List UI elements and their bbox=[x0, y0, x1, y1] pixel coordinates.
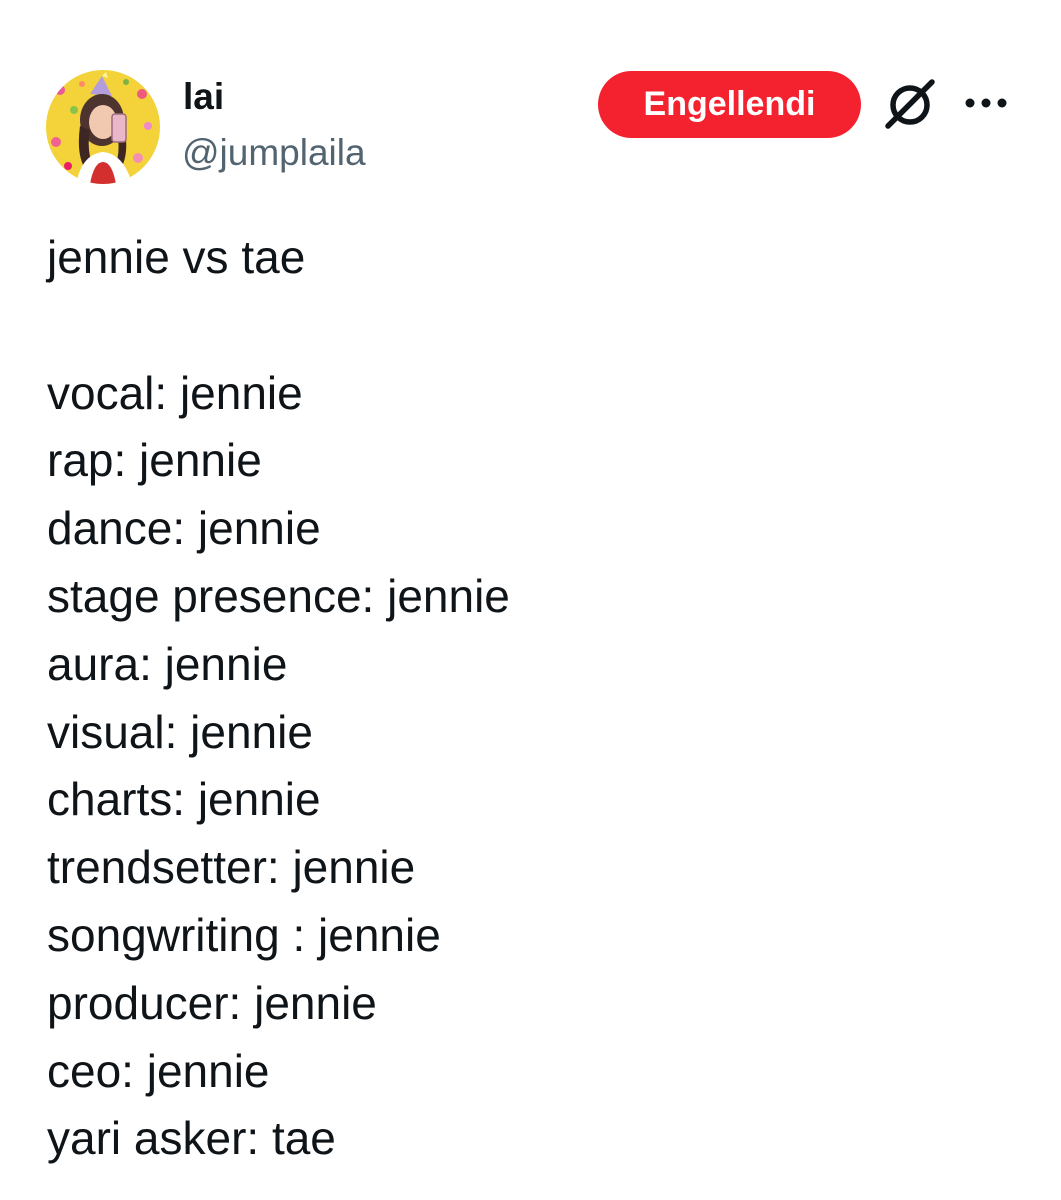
tweet-text: jennie vs tae vocal: jennie rap: jennie … bbox=[47, 224, 1027, 1173]
tweet-line: yari asker: tae bbox=[47, 1112, 336, 1165]
tweet-line: dance: jennie bbox=[47, 502, 321, 555]
blocked-button[interactable]: Engellendi bbox=[598, 71, 861, 138]
tweet-line: visual: jennie bbox=[47, 705, 313, 758]
tweet-line: aura: jennie bbox=[47, 637, 288, 690]
avatar-photo bbox=[46, 70, 160, 184]
avatar[interactable] bbox=[46, 70, 160, 184]
tweet-line: ceo: jennie bbox=[47, 1044, 270, 1097]
tweet-title-line: jennie vs tae bbox=[47, 231, 306, 283]
tweet-line: songwriting : jennie bbox=[47, 908, 441, 961]
tweet-line: trendsetter: jennie bbox=[47, 841, 416, 894]
display-name[interactable]: lai bbox=[183, 74, 224, 120]
user-handle[interactable]: @jumplaila bbox=[182, 130, 366, 176]
tweet-line: stage presence: jennie bbox=[47, 569, 510, 622]
tweet-line: charts: jennie bbox=[47, 773, 321, 826]
slashed-circle-icon[interactable] bbox=[880, 76, 940, 132]
tweet-line: producer: jennie bbox=[47, 976, 377, 1029]
tweet-line: vocal: jennie bbox=[47, 366, 303, 419]
more-horizontal-icon[interactable] bbox=[963, 90, 1009, 116]
tweet-line: rap: jennie bbox=[47, 434, 262, 487]
